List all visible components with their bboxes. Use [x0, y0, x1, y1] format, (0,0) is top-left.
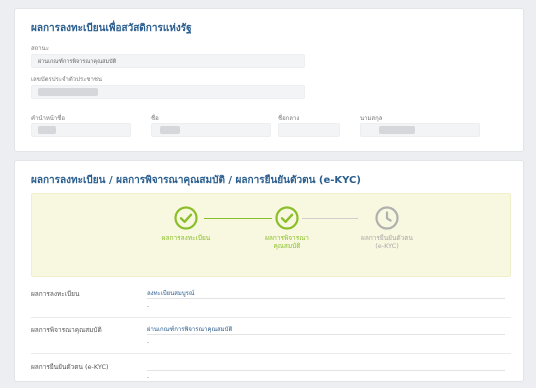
registration-result-label: ผลการลงทะเบียน	[31, 290, 80, 298]
registration-result-note: -	[147, 303, 150, 310]
registration-result-card: ผลการลงทะเบียนเพื่อสวัสดิการแห่งรัฐ สถาน…	[14, 8, 524, 152]
section-title: ผลการลงทะเบียนเพื่อสวัสดิการแห่งรัฐ	[31, 23, 192, 34]
divider	[31, 353, 511, 354]
status-label: สถานะ	[31, 45, 49, 52]
redacted-firstname	[160, 126, 180, 134]
id-card-label: เลขบัตรประจำตัวประชาชน	[31, 76, 103, 83]
ekyc-result-note: -	[147, 374, 150, 381]
redacted-prefix	[38, 126, 56, 134]
divider	[147, 298, 505, 299]
result-progress-card: ผลการลงทะเบียน / ผลการพิจารณาคุณสมบัติ /…	[14, 160, 524, 382]
step-registration: ผลการลงทะเบียน	[145, 194, 227, 242]
redacted-id	[38, 88, 98, 96]
firstname-label: ชื่อ	[151, 115, 159, 122]
middlename-field	[278, 123, 340, 137]
middlename-label: ชื่อกลาง	[278, 115, 300, 122]
check-circle-icon	[174, 206, 198, 230]
check-circle-icon	[275, 206, 299, 230]
lastname-field	[360, 123, 480, 137]
step-label: ผลการพิจารณา คุณสมบัติ	[265, 234, 309, 250]
progress-steps: ผลการลงทะเบียน ผลการพิจารณา คุณสมบัติ ผล…	[31, 193, 511, 277]
divider	[147, 370, 505, 371]
id-card-field	[31, 85, 305, 99]
step-qualification: ผลการพิจารณา คุณสมบัติ	[246, 194, 328, 250]
prefix-label: คำนำหน้าชื่อ	[31, 115, 65, 122]
section-title: ผลการลงทะเบียน / ผลการพิจารณาคุณสมบัติ /…	[31, 175, 361, 186]
clock-icon	[375, 206, 399, 230]
status-value: ผ่านเกณฑ์การพิจารณาคุณสมบัติ	[38, 59, 117, 65]
redacted-lastname	[379, 126, 415, 134]
ekyc-result-label: ผลการยืนยันตัวตน (e-KYC)	[31, 363, 109, 371]
step-label: ผลการยืนยันตัวตน (e-KYC)	[361, 234, 413, 250]
prefix-field	[31, 123, 131, 137]
lastname-label: นามสกุล	[360, 115, 383, 122]
divider	[31, 317, 511, 318]
qualification-result-label: ผลการพิจารณาคุณสมบัติ	[31, 326, 102, 334]
qualification-result-value: ผ่านเกณฑ์การพิจารณาคุณสมบัติ	[147, 326, 233, 333]
registration-result-value: ลงทะเบียนสมบูรณ์	[147, 290, 195, 297]
divider	[147, 334, 505, 335]
qualification-result-note: -	[147, 339, 150, 346]
step-ekyc: ผลการยืนยันตัวตน (e-KYC)	[346, 194, 428, 250]
firstname-field	[151, 123, 271, 137]
status-field: ผ่านเกณฑ์การพิจารณาคุณสมบัติ	[31, 54, 305, 68]
step-label: ผลการลงทะเบียน	[161, 234, 211, 242]
